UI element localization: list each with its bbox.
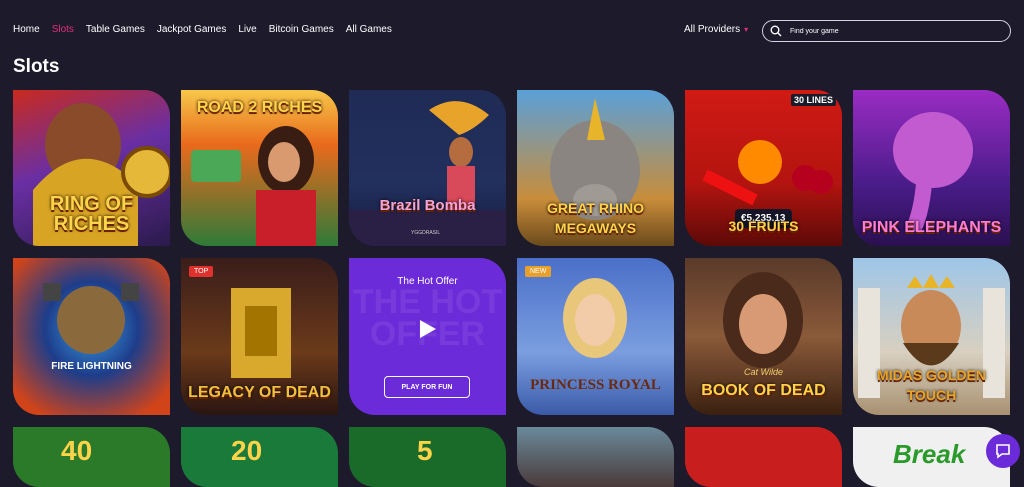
play-for-fun-button[interactable]: PLAY FOR FUN [384,376,470,398]
page-title: Slots [13,56,60,77]
game-title: BOOK OF DEAD [701,382,826,399]
offer-title: The Hot Offer [397,276,458,287]
game-title: PINK ELEPHANTS [861,219,1002,236]
chevron-down-icon: ▾ [744,25,749,34]
nav-all-games[interactable]: All Games [346,24,392,35]
game-tile-great-rhino[interactable]: GREAT RHINO MEGAWAYS [517,90,674,246]
game-tile-row3-4[interactable] [517,427,674,487]
game-tile-midas[interactable]: MIDAS GOLDEN TOUCH [853,258,1010,415]
game-title: RING OF RICHES [49,193,134,235]
provider-label: YGGDRASIL [411,230,441,236]
carnival-dancer-icon [349,101,506,246]
game-tile-ring-of-riches[interactable]: RING OF RICHES [13,90,170,246]
game-title: LEGACY OF DEAD [188,384,331,401]
nav-home[interactable]: Home [13,24,40,35]
nav-jackpot-games[interactable]: Jackpot Games [157,24,226,35]
search-input[interactable] [790,27,990,35]
chat-icon [996,444,1010,459]
game-title: MIDAS GOLDEN TOUCH [877,367,986,403]
game-tile-book-of-dead[interactable]: Cat Wilde BOOK OF DEAD [685,258,842,415]
game-number: 5 [417,435,433,466]
nav-slots[interactable]: Slots [52,24,74,35]
game-title: GREAT RHINO MEGAWAYS [547,200,644,236]
game-title: Break [893,439,966,469]
hot-offer-tile[interactable]: THE HOT OFFER The Hot Offer PLAY FOR FUN [349,258,506,415]
game-title: ROAD 2 RICHES [196,99,323,116]
top-nav: Home Slots Table Games Jackpot Games Liv… [0,0,1024,58]
game-title: Brazil Bomba [379,197,476,214]
game-number: 40 [61,435,93,466]
game-number: 20 [231,435,263,466]
chat-button[interactable] [986,434,1020,468]
game-tile-row3-1[interactable]: 40 [13,427,170,487]
game-tile-fire-lightning[interactable]: FIRE LIGHTNING [13,258,170,415]
search-icon [770,25,782,37]
nav-links: Home Slots Table Games Jackpot Games Liv… [13,24,392,35]
game-tile-row3-5[interactable] [685,427,842,487]
game-subtitle: Cat Wilde [744,367,783,377]
game-tile-brazil-bomba[interactable]: Brazil Bomba YGGDRASIL [349,90,506,246]
providers-label: All Providers [684,24,741,35]
game-tile-30-fruits[interactable]: 30 LINES €5,235.13 30 FRUITS [685,90,842,246]
providers-dropdown[interactable]: All Providers ▾ [684,24,748,35]
game-tile-row3-2[interactable]: 20 [181,427,338,487]
game-tile-legacy-of-dead[interactable]: TOP LEGACY OF DEAD [181,258,338,415]
game-tile-road-2-riches[interactable]: ROAD 2 RICHES [181,90,338,246]
game-title: FIRE LIGHTNING [51,361,132,372]
nav-live[interactable]: Live [238,24,256,35]
game-tile-princess-royal[interactable]: NEW PRINCESS ROYAL [517,258,674,415]
nav-table-games[interactable]: Table Games [86,24,145,35]
warrior-mask-icon [43,283,139,354]
search-box [762,20,1011,42]
game-title: PRINCESS ROYAL [530,377,661,393]
game-title: 30 FRUITS [728,218,799,234]
game-tile-row3-3[interactable]: 5 [349,427,506,487]
game-tile-pink-elephants[interactable]: PINK ELEPHANTS [853,90,1010,246]
nav-bitcoin-games[interactable]: Bitcoin Games [269,24,334,35]
play-icon[interactable] [416,318,438,340]
